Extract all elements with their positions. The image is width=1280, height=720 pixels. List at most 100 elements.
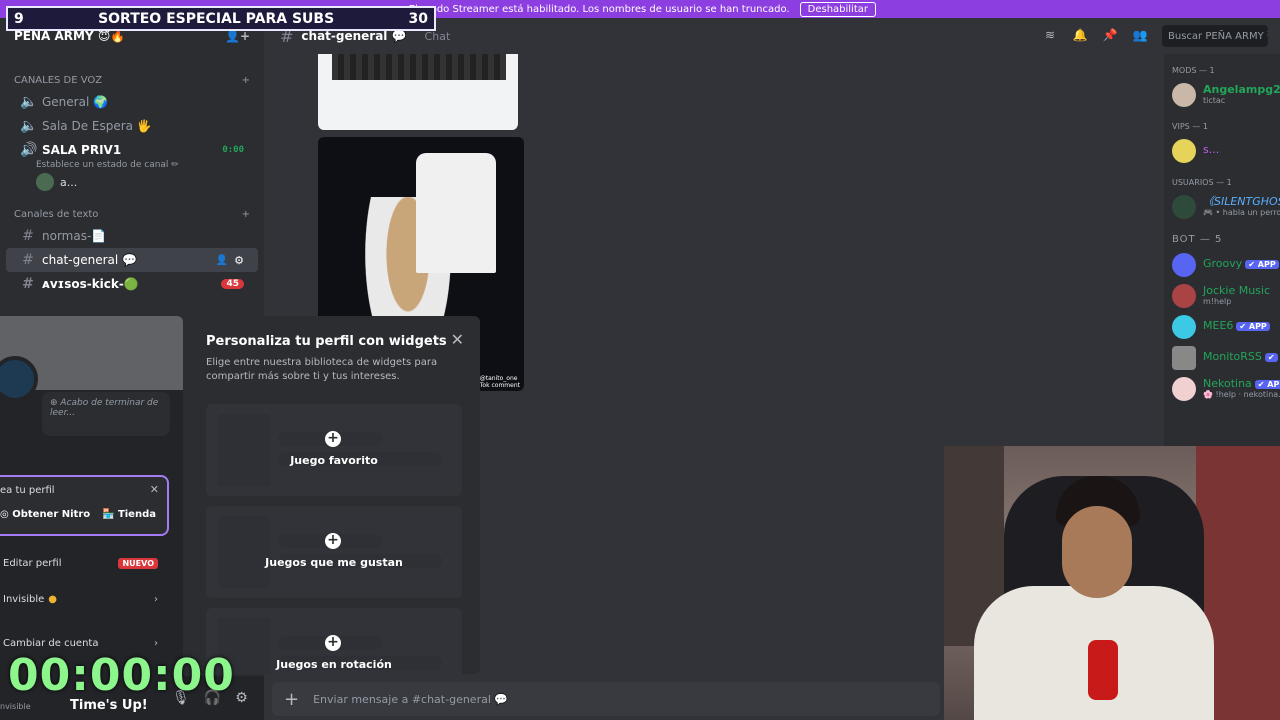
member-item[interactable]: MEE6 ✔ APP [1172, 311, 1280, 342]
member-name: Jockie Music [1203, 283, 1271, 297]
voice-channel-label: SALA PRIV1 [42, 143, 122, 157]
voice-channel-general[interactable]: 🔈 General 🌍 [6, 90, 258, 114]
plus-icon[interactable]: + [325, 533, 341, 549]
text-channel-label: normas-📄 [42, 229, 107, 243]
add-member-icon[interactable]: 👤+ [225, 29, 250, 43]
text-channel-chat-general[interactable]: # chat-general 💬 👤 ⚙ [6, 248, 258, 272]
voice-user[interactable]: a... [0, 170, 264, 194]
status-item[interactable]: Invisible ● › [0, 586, 166, 612]
status-label: Invisible [3, 593, 45, 605]
speaker-icon: 🔈 [20, 94, 38, 110]
plus-icon[interactable]: + [325, 431, 341, 447]
threads-icon[interactable]: ≋ [1042, 28, 1058, 44]
sorteo-right-count: 30 [408, 10, 428, 27]
close-icon[interactable]: ✕ [451, 330, 464, 349]
add-voice-channel-icon[interactable]: + [242, 75, 250, 86]
hash-icon: # [22, 228, 34, 244]
avatar [1172, 345, 1196, 370]
image-caption: @tanito_one [479, 375, 518, 382]
status-bubble[interactable]: ⊕ Acabo de terminar de leer... [42, 392, 170, 436]
bell-icon[interactable]: 🔔 [1072, 28, 1088, 44]
member-name-row: MonitoRSS ✔ [1203, 351, 1278, 363]
attachment-image[interactable] [318, 54, 518, 130]
voice-channel-label: Sala De Espera 🖐 [42, 119, 152, 133]
widget-card[interactable]: + Juegos en rotación [206, 608, 462, 674]
voice-channel-waiting[interactable]: 🔈 Sala De Espera 🖐 [6, 114, 258, 138]
microphone-icon[interactable]: 🎙 [172, 690, 190, 706]
avatar [1172, 138, 1196, 163]
member-group-title: USUARIOS — 1 [1172, 178, 1232, 187]
voice-channel-sala-priv1[interactable]: 🔊 SALA PRIV1 0:00 [6, 138, 258, 162]
message-composer[interactable]: + Enviar mensaje a #chat-general 💬 [272, 682, 940, 716]
member-item[interactable]: Jockie Music m!help [1172, 280, 1280, 311]
new-badge: NUEVO [118, 557, 158, 569]
member-name: MonitoRSS [1203, 350, 1262, 364]
hash-icon: # [22, 252, 34, 268]
member-name-row: Groovy ✔ APP [1203, 258, 1279, 270]
avatar[interactable] [0, 356, 38, 402]
switch-account-label: Cambiar de cuenta [3, 637, 99, 649]
pin-icon[interactable]: 📌 [1102, 28, 1118, 44]
header-toolbar: ≋ 🔔 📌 👥 Buscar PEÑA ARMY 😇 [1042, 18, 1268, 54]
text-channel-label: chat-general 💬 [42, 253, 137, 267]
member-item[interactable]: Groovy ✔ APP [1172, 249, 1280, 280]
member-name: Groovy [1203, 257, 1243, 271]
text-category[interactable]: Canales de texto + [0, 204, 264, 224]
member-item[interactable]: 《SILENTGHOS 🎮 • habla un perro l [1172, 191, 1280, 222]
add-text-channel-icon[interactable]: + [242, 209, 250, 220]
search-input[interactable]: Buscar PEÑA ARMY 😇 [1162, 25, 1268, 47]
text-channel-avisos-kick[interactable]: # ᴀᴠɪsᴏs-kick-🟢 45 [6, 272, 258, 296]
get-nitro-label: Obtener Nitro [12, 509, 91, 520]
voice-channel-label: General 🌍 [42, 95, 109, 109]
gear-icon[interactable]: ⚙ [235, 690, 248, 706]
modal-title: Personaliza tu perfil con widgets [206, 334, 447, 349]
composer-placeholder[interactable]: Enviar mensaje a #chat-general 💬 [313, 693, 508, 706]
headphones-icon[interactable]: 🎧 [204, 690, 221, 706]
shop-label: Tienda [117, 509, 156, 520]
speaker-icon: 🔊 [20, 142, 38, 158]
member-group-title: MODS — 1 [1172, 66, 1215, 75]
mention-badge: 45 [221, 279, 244, 289]
voice-category-label: CANALES DE VOZ [14, 74, 103, 86]
member-status: tictac [1203, 96, 1226, 106]
shop-button[interactable]: 🏪 Tienda [102, 509, 156, 520]
voice-category[interactable]: CANALES DE VOZ + [0, 70, 264, 90]
member-name-row: Nekotina✔ APP [1203, 377, 1280, 390]
member-name: MEE6 [1203, 319, 1234, 333]
close-icon[interactable]: ✕ [150, 483, 159, 496]
disable-streamer-mode-button[interactable]: Deshabilitar [799, 1, 876, 17]
plus-icon[interactable]: + [325, 635, 341, 651]
app-tag: ✔ APP [1254, 379, 1280, 389]
channel-status-hint[interactable]: Establece un estado de canal ✏ [0, 160, 264, 170]
sorteo-left-count: 9 [14, 10, 24, 27]
edit-profile-item[interactable]: Editar perfil NUEVO [0, 550, 166, 576]
member-item[interactable]: s... [1172, 135, 1280, 166]
text-channel-normas[interactable]: # normas-📄 [6, 224, 258, 248]
voice-timer: 0:00 [222, 145, 244, 155]
webcam-overlay [944, 446, 1280, 720]
app-tag: ✔ APP [1236, 322, 1270, 332]
invite-icon[interactable]: 👤 [216, 255, 228, 266]
member-item[interactable]: Nekotina✔ APP 🌸 !help · nekotina.c [1172, 373, 1280, 404]
speaker-icon: 🔈 [20, 118, 38, 134]
user-controls: 🎙 🎧 ⚙ [172, 690, 248, 706]
get-nitro-button[interactable]: ◎ Obtener Nitro [0, 509, 90, 520]
member-status: 🌸 !help · nekotina.c [1203, 390, 1280, 400]
plus-icon[interactable]: + [284, 689, 299, 710]
member-group-title: VIPS — 1 [1172, 122, 1208, 131]
widget-card[interactable]: + Juego favorito [206, 404, 462, 496]
member-name: s... [1203, 143, 1220, 157]
gear-icon[interactable]: ⚙ [234, 254, 244, 267]
user-status-text: nvisible [0, 702, 31, 711]
member-list-icon[interactable]: 👥 [1132, 28, 1148, 44]
nitro-title: ea tu perfil [0, 485, 55, 496]
channel-subtitle: Chat [424, 29, 451, 43]
member-item[interactable]: Angelampg25 tictac [1172, 79, 1280, 110]
member-name-row: MEE6 ✔ APP [1203, 320, 1270, 332]
member-item[interactable]: MonitoRSS ✔ [1172, 342, 1280, 373]
avatar [1172, 283, 1196, 308]
server-name: PEÑA ARMY 😇🔥 [14, 29, 126, 43]
widget-card[interactable]: + Juegos que me gustan [206, 506, 462, 598]
streamer-mode-message: El modo Streamer está habilitado. Los no… [408, 3, 790, 15]
image-caption: Tok comment [479, 382, 520, 389]
